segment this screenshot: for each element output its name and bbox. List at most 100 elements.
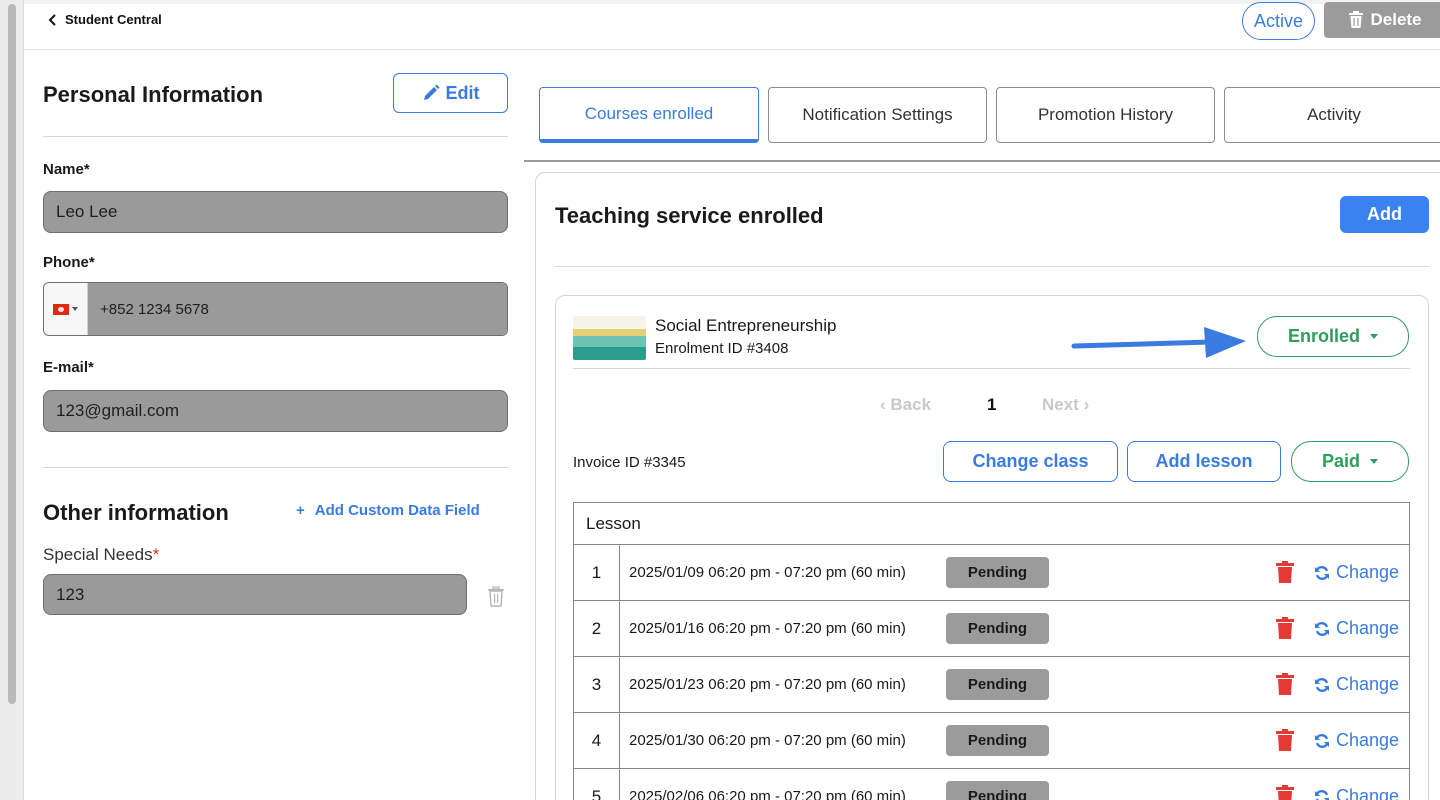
phone-field[interactable]: +852 1234 5678: [88, 283, 507, 335]
back-link[interactable]: Student Central: [48, 12, 162, 27]
change-lesson-label: Change: [1336, 562, 1400, 582]
student-detail-page: Student Central Active Delete Personal I…: [0, 0, 1440, 800]
lesson-time: 2025/01/09 06:20 pm - 07:20 pm (60 min): [629, 564, 906, 581]
other-divider: [43, 467, 508, 468]
add-custom-field-link[interactable]: + Add Custom Data Field: [296, 502, 480, 519]
tab-courses-enrolled[interactable]: Courses enrolled: [539, 87, 759, 143]
pencil-icon: [423, 84, 439, 100]
email-label: E-mail*: [43, 359, 94, 376]
pager-current-page[interactable]: 1: [987, 395, 996, 415]
course-thumbnail: [573, 316, 646, 360]
special-needs-field[interactable]: 123: [43, 574, 467, 615]
name-label: Name*: [43, 161, 90, 178]
lesson-row: 3 2025/01/23 06:20 pm - 07:20 pm (60 min)…: [574, 657, 1409, 713]
pager-next-label: Next: [1042, 395, 1079, 414]
back-link-label: Student Central: [65, 12, 162, 27]
sync-icon: [1315, 789, 1329, 800]
required-marker: *: [152, 545, 160, 564]
lesson-rows: 1 2025/01/09 06:20 pm - 07:20 pm (60 min)…: [574, 545, 1409, 800]
sync-icon: [1315, 565, 1329, 580]
lesson-row: 4 2025/01/30 06:20 pm - 07:20 pm (60 min)…: [574, 713, 1409, 769]
teaching-service-title: Teaching service enrolled: [555, 203, 824, 228]
pager-back-label: Back: [890, 395, 932, 414]
trash-icon[interactable]: [1276, 561, 1294, 583]
phone-label: Phone*: [43, 254, 95, 271]
sync-icon: [1315, 621, 1329, 636]
pager-back-button[interactable]: ‹ Back: [880, 395, 931, 415]
delete-label: Delete: [1370, 10, 1422, 29]
window-edge: [0, 0, 24, 800]
add-custom-field-label: Add Custom Data Field: [314, 502, 480, 519]
plus-icon: +: [296, 502, 305, 519]
lesson-status-badge: Pending: [946, 557, 1049, 588]
hk-flag-icon: [53, 303, 69, 315]
change-lesson-button[interactable]: Change: [1314, 562, 1399, 583]
enrolment-status-label: Enrolled: [1287, 326, 1360, 346]
caret-down-icon: [1370, 334, 1378, 339]
scrollbar[interactable]: [8, 4, 16, 704]
special-needs-label-text: Special Needs: [43, 545, 153, 564]
lesson-number: 2: [574, 601, 620, 656]
phone-field-group: +852 1234 5678: [43, 282, 508, 336]
trash-icon[interactable]: [1276, 785, 1294, 800]
enrolment-status-dropdown[interactable]: Enrolled: [1257, 316, 1409, 357]
email-field[interactable]: 123@gmail.com: [43, 390, 508, 432]
caret-down-icon: [1370, 459, 1378, 464]
enrolment-id: Enrolment ID #3408: [655, 340, 789, 357]
personal-info-title: Personal Information: [43, 82, 264, 107]
course-name: Social Entrepreneurship: [655, 316, 837, 335]
lesson-number: 5: [574, 769, 620, 800]
trash-icon: [1349, 11, 1364, 28]
tabs-underline: [524, 160, 1440, 162]
add-button[interactable]: Add: [1340, 196, 1429, 233]
change-lesson-label: Change: [1336, 786, 1400, 800]
change-lesson-button[interactable]: Change: [1314, 674, 1399, 695]
personal-divider: [43, 136, 508, 137]
payment-status-label: Paid: [1321, 451, 1360, 471]
teaching-divider: [555, 266, 1429, 267]
invoice-id: Invoice ID #3345: [573, 454, 686, 471]
caret-down-icon: [72, 307, 78, 311]
change-lesson-button[interactable]: Change: [1314, 730, 1399, 751]
pager-next-button[interactable]: Next ›: [1042, 395, 1089, 415]
edit-button[interactable]: Edit: [393, 73, 508, 113]
status-pill[interactable]: Active: [1242, 2, 1315, 40]
lesson-time: 2025/01/16 06:20 pm - 07:20 pm (60 min): [629, 620, 906, 637]
edit-label: Edit: [445, 82, 480, 103]
chevron-left-icon: [48, 13, 56, 26]
tab-promotion-history[interactable]: Promotion History: [996, 87, 1215, 143]
lesson-status-badge: Pending: [946, 613, 1049, 644]
trash-icon[interactable]: [1276, 673, 1294, 695]
delete-button[interactable]: Delete: [1324, 2, 1440, 38]
lesson-table: Lesson 1 2025/01/09 06:20 pm - 07:20 pm (…: [573, 502, 1410, 800]
lesson-row: 1 2025/01/09 06:20 pm - 07:20 pm (60 min)…: [574, 545, 1409, 601]
sync-icon: [1315, 677, 1329, 692]
change-lesson-button[interactable]: Change: [1314, 786, 1399, 800]
arrow-annotation-icon: [1071, 327, 1246, 358]
country-code-selector[interactable]: [44, 283, 88, 335]
header-divider: [24, 49, 1440, 50]
lesson-table-header: Lesson: [574, 503, 1409, 545]
trash-outline-icon[interactable]: [486, 586, 506, 608]
name-field[interactable]: Leo Lee: [43, 191, 508, 233]
trash-icon[interactable]: [1276, 617, 1294, 639]
lesson-row: 2 2025/01/16 06:20 pm - 07:20 pm (60 min)…: [574, 601, 1409, 657]
lesson-time: 2025/01/30 06:20 pm - 07:20 pm (60 min): [629, 732, 906, 749]
special-needs-label: Special Needs*: [43, 545, 159, 565]
tab-notification-settings[interactable]: Notification Settings: [768, 87, 987, 143]
lesson-status-badge: Pending: [946, 669, 1049, 700]
top-border: [24, 0, 1440, 4]
add-lesson-button[interactable]: Add lesson: [1127, 441, 1281, 482]
change-lesson-label: Change: [1336, 618, 1400, 638]
lesson-status-badge: Pending: [946, 725, 1049, 756]
lesson-time: 2025/02/06 06:20 pm - 07:20 pm (60 min): [629, 788, 906, 800]
course-divider: [573, 368, 1410, 369]
change-class-button[interactable]: Change class: [943, 441, 1118, 482]
change-lesson-button[interactable]: Change: [1314, 618, 1399, 639]
tab-activity[interactable]: Activity: [1224, 87, 1440, 143]
payment-status-dropdown[interactable]: Paid: [1291, 441, 1409, 482]
lesson-number: 4: [574, 713, 620, 768]
change-lesson-label: Change: [1336, 674, 1400, 694]
change-lesson-label: Change: [1336, 730, 1400, 750]
trash-icon[interactable]: [1276, 729, 1294, 751]
